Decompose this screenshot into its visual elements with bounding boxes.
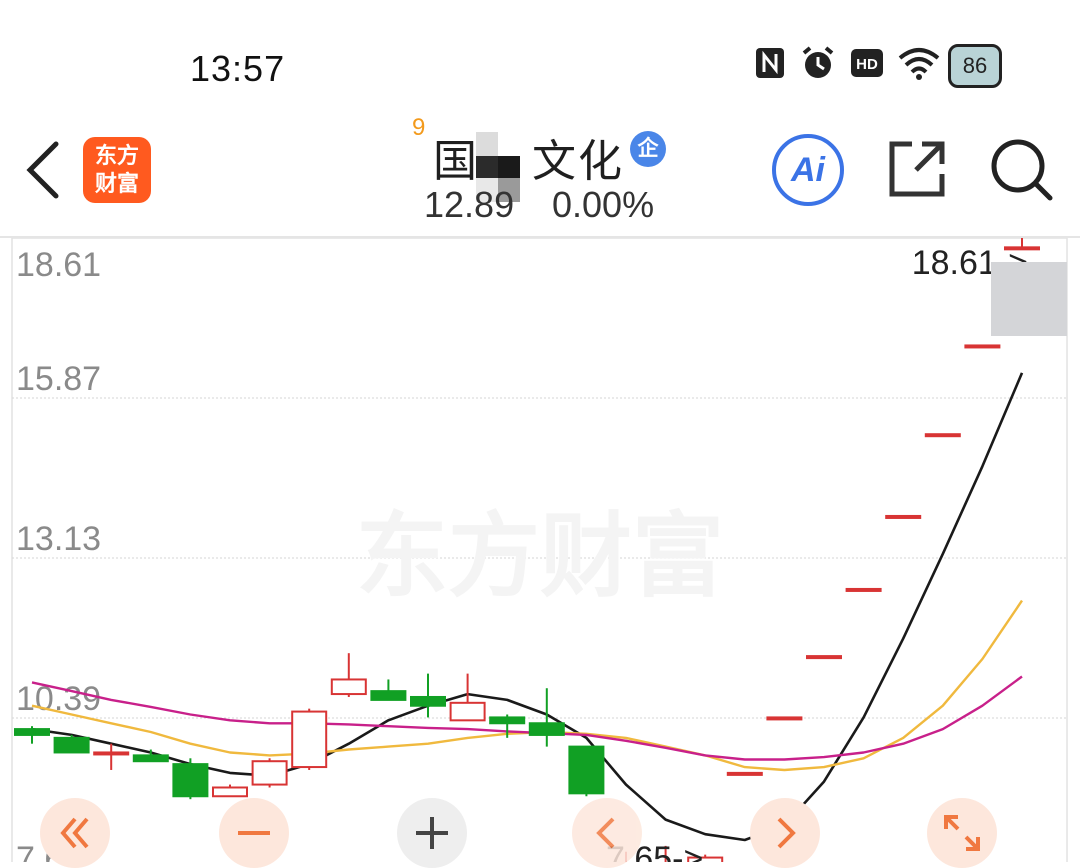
plus-icon: [416, 817, 448, 849]
candlestick: [251, 758, 288, 788]
double-left-icon: [60, 817, 89, 849]
alarm-icon: [802, 46, 834, 78]
candle-body: [53, 736, 90, 754]
candlestick: [726, 771, 763, 776]
candle-body: [172, 763, 209, 798]
candle-body: [212, 786, 248, 798]
enterprise-badge: 企: [630, 131, 666, 167]
candle-body: [330, 678, 367, 696]
candle-body: [845, 587, 882, 592]
candle-body: [251, 760, 288, 786]
back-arrow-icon[interactable]: [20, 138, 66, 202]
chart-watermark: 东方财富: [356, 503, 724, 610]
ai-button[interactable]: Ai: [772, 134, 844, 206]
candlestick: [53, 734, 90, 754]
y-tick-label: 13.13: [16, 520, 101, 558]
candlestick: [528, 688, 565, 747]
candlestick: [132, 749, 169, 763]
candlestick: [924, 433, 961, 438]
chevron-right-icon: [777, 817, 796, 849]
candle-body: [291, 710, 328, 769]
candle-body: [410, 695, 446, 707]
candle-body: [766, 716, 803, 721]
moving-average-line: [31, 599, 1023, 772]
candlestick: [172, 758, 209, 800]
candle-body: [964, 344, 1001, 349]
stock-price: 12.89: [424, 184, 515, 225]
candle-body: [924, 433, 961, 438]
stock-name-prefix: 9: [412, 114, 426, 141]
stock-change-pct: 0.00%: [552, 184, 655, 225]
battery-indicator: 86: [948, 44, 1002, 88]
kline-chart[interactable]: 东方财富 18.6115.8713.1310.397.65 18.61-> 7.…: [0, 238, 1080, 862]
candle-body: [528, 722, 565, 736]
share-icon[interactable]: [886, 138, 948, 200]
candlestick: [964, 344, 1001, 349]
nfc-icon: [756, 48, 784, 78]
stock-name-part2: 文化: [532, 137, 624, 186]
candle-body: [489, 716, 526, 725]
candle-body: [132, 754, 169, 763]
candlestick: [845, 587, 882, 592]
candlestick: [291, 708, 328, 770]
zoom-out-button[interactable]: [219, 798, 289, 868]
status-time: 13:57: [190, 48, 286, 89]
candle-body: [14, 728, 50, 736]
candle-body: [93, 751, 130, 756]
search-icon[interactable]: [990, 138, 1054, 202]
scroll-right-button[interactable]: [750, 798, 820, 868]
candlestick: [14, 726, 50, 744]
jump-start-button[interactable]: [40, 798, 110, 868]
candlestick: [330, 653, 367, 697]
candlestick: [806, 655, 842, 660]
app-logo[interactable]: 东方 财富: [83, 137, 151, 203]
candle-body: [885, 514, 922, 519]
y-tick-label: 18.61: [16, 246, 101, 284]
logo-line1: 东方: [94, 143, 139, 168]
hd-icon: HD: [851, 49, 883, 77]
candle-body: [806, 655, 842, 660]
scroll-left-button[interactable]: [572, 798, 642, 868]
redacted-block: [991, 262, 1067, 336]
candlestick: [212, 784, 248, 798]
minus-icon: [238, 831, 270, 835]
stock-name-part1: 国: [433, 137, 479, 186]
candle-body: [568, 745, 605, 795]
candle-body: [726, 771, 763, 776]
candlestick: [370, 679, 407, 701]
candlestick: [766, 716, 803, 721]
y-tick-label: 15.87: [16, 360, 101, 398]
candle-body: [370, 690, 407, 701]
expand-icon: [944, 815, 980, 851]
status-bar: 13:57 HD 5G 86: [0, 0, 1080, 110]
fullscreen-button[interactable]: [927, 798, 997, 868]
hd-label: HD: [856, 56, 878, 73]
wifi-icon: [898, 48, 940, 80]
zoom-in-button[interactable]: [397, 798, 467, 868]
candle-body: [449, 701, 486, 722]
chevron-left-icon: [596, 817, 615, 849]
logo-line2: 财富: [94, 171, 139, 196]
candlestick: [568, 745, 605, 797]
candlestick: [885, 514, 922, 519]
